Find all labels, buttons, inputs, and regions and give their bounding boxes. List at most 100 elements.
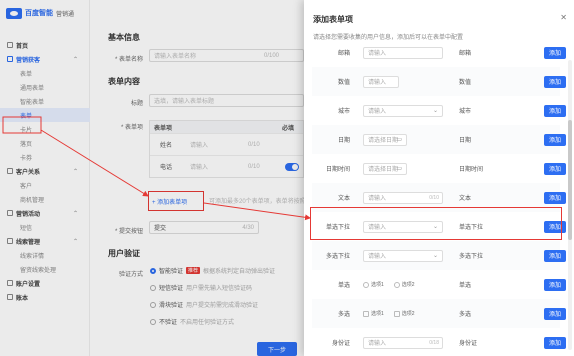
- sidebar-item[interactable]: 账本: [0, 290, 90, 304]
- sidebar-item[interactable]: 落页: [0, 136, 90, 150]
- sidebar-item-label: 商机管理: [20, 197, 45, 204]
- field-input[interactable]: 请输入: [363, 46, 443, 59]
- field-input[interactable]: 请输入 ⌄: [363, 104, 443, 117]
- checkbox-icon[interactable]: [363, 310, 369, 317]
- add-button[interactable]: 添加: [544, 162, 566, 175]
- close-icon[interactable]: ✕: [560, 13, 567, 22]
- sidebar-item[interactable]: 商机管理: [0, 192, 90, 206]
- field-option[interactable]: 选项1: [363, 310, 384, 317]
- form-name-count: 0/100: [263, 52, 279, 59]
- field-input[interactable]: 请输入 0/10: [363, 191, 443, 204]
- add-form-item-link[interactable]: + 添加表单项: [148, 191, 204, 211]
- nav-group-icon: [7, 168, 13, 174]
- add-button[interactable]: 添加: [544, 104, 566, 117]
- sidebar-item-label: 营销活动: [16, 211, 41, 218]
- form-name-placeholder: 请输入表单名称: [154, 54, 197, 60]
- sidebar-item[interactable]: 客户关系 ⌃: [0, 164, 90, 178]
- drawer-scrollbar[interactable]: [568, 60, 572, 350]
- verify-option-label: 短信验证: [159, 286, 184, 292]
- field-type: 城市: [459, 109, 472, 115]
- field-type: 日期: [459, 138, 472, 144]
- add-button[interactable]: 添加: [544, 133, 566, 146]
- field-type: 单选: [459, 283, 472, 289]
- sidebar-item[interactable]: 智能表单: [0, 94, 90, 108]
- sidebar-item[interactable]: 首页: [0, 38, 90, 52]
- next-button[interactable]: 下一步: [257, 342, 297, 356]
- sidebar-item[interactable]: 营销活动 ⌃: [0, 206, 90, 220]
- sidebar-item[interactable]: 短信: [0, 220, 90, 234]
- add-field-drawer: 添加表单项 ✕ 请选择您需要收集的用户信息，添加后可以在表单中配置 邮箱 请输入邮…: [304, 0, 574, 356]
- sidebar-item-label: 首页: [16, 43, 29, 50]
- field-input[interactable]: 请输入 0/18: [363, 336, 443, 349]
- radio-icon[interactable]: [150, 267, 156, 274]
- recommend-badge: 推荐: [186, 267, 201, 274]
- add-button[interactable]: 添加: [544, 75, 566, 88]
- field-input[interactable]: 请输入: [363, 75, 399, 88]
- heading-label: 标题: [130, 101, 143, 107]
- sidebar-item[interactable]: 卡券: [0, 150, 90, 164]
- sidebar-item[interactable]: 表单: [0, 108, 90, 122]
- checkbox-icon[interactable]: [393, 310, 400, 317]
- sidebar-item[interactable]: 账户设置: [0, 276, 90, 290]
- brand-logo[interactable]: 百度智能 营销通: [0, 0, 89, 26]
- field-placeholder: 请选择日期: [368, 167, 399, 173]
- field-option[interactable]: 选项2: [393, 310, 415, 317]
- verify-option[interactable]: 不验证 不启用任何验证方式: [150, 317, 234, 326]
- radio-icon[interactable]: [150, 318, 156, 325]
- field-type: 邮箱: [459, 51, 472, 57]
- submit-count: 4/30: [242, 224, 254, 231]
- required-toggle[interactable]: [285, 162, 299, 171]
- sidebar-item[interactable]: 卡片: [0, 122, 90, 136]
- option-label: 选项2: [401, 311, 415, 317]
- sidebar-item[interactable]: 线索详情: [0, 248, 90, 262]
- char-count: 0/10: [429, 194, 439, 201]
- field-option[interactable]: 选项2: [393, 281, 415, 288]
- add-button[interactable]: 添加: [544, 191, 566, 204]
- sidebar-item[interactable]: 线索管理 ⌃: [0, 234, 90, 248]
- field-label: 日期: [337, 138, 350, 144]
- field-row: 数值 请输入 数值 添加: [312, 67, 566, 96]
- radio-icon[interactable]: [393, 281, 400, 288]
- sidebar-item-label: 账户设置: [16, 281, 41, 288]
- add-button[interactable]: 添加: [544, 307, 566, 320]
- form-name-input[interactable]: 请输入表单名称 0/100: [149, 49, 304, 62]
- field-row: 城市 请输入 ⌄ 城市 添加: [312, 96, 566, 125]
- sidebar-item[interactable]: 客户: [0, 178, 90, 192]
- radio-icon[interactable]: [150, 301, 156, 308]
- add-button[interactable]: 添加: [544, 336, 566, 349]
- heading-input[interactable]: 选填，请输入表单标题: [149, 94, 304, 107]
- radio-icon[interactable]: [363, 281, 369, 288]
- annotation-highlight-box: [310, 207, 562, 240]
- field-label: 身份证: [331, 341, 350, 347]
- submit-input[interactable]: 提交 4/30: [149, 221, 259, 234]
- nav-group-icon: [7, 56, 13, 62]
- verify-option[interactable]: 短信验证 用户需先输入短信验证码: [150, 283, 252, 292]
- sidebar-item[interactable]: 留资线索处理: [0, 262, 90, 276]
- row-placeholder: 请输入: [190, 165, 209, 171]
- field-input[interactable]: 请输入 ⌄: [363, 249, 443, 262]
- field-type: 多选下拉: [459, 254, 484, 260]
- field-row: 邮箱 请输入 邮箱 添加: [312, 38, 566, 67]
- verify-option[interactable]: 智能验证 推荐 根据系统判定自动弹出验证: [150, 266, 275, 275]
- add-button[interactable]: 添加: [544, 278, 566, 291]
- field-options: 选项1 选项2: [363, 310, 415, 317]
- field-input[interactable]: 请选择日期 ▭: [363, 133, 407, 146]
- calendar-icon: ▭: [396, 137, 402, 143]
- radio-icon[interactable]: [150, 284, 156, 291]
- chevron-up-icon: ⌃: [72, 210, 78, 217]
- field-input[interactable]: 请选择日期 ▭: [363, 162, 407, 175]
- field-option[interactable]: 选项1: [363, 281, 384, 288]
- sidebar-item-label: 客户: [20, 183, 33, 190]
- add-button[interactable]: 添加: [544, 249, 566, 262]
- sidebar-item[interactable]: 表单: [0, 66, 90, 80]
- field-label: 单选: [337, 283, 350, 289]
- sidebar-item-label: 表单: [20, 113, 33, 120]
- sidebar-item[interactable]: 营销获客 ⌃: [0, 52, 90, 66]
- field-row: 身份证 请输入 0/18 身份证 添加: [312, 328, 566, 356]
- verify-option-desc: 根据系统判定自动弹出验证: [203, 269, 276, 275]
- scroll-thumb[interactable]: [568, 120, 572, 240]
- chevron-up-icon: ⌃: [72, 238, 78, 245]
- verify-option[interactable]: 滑块验证 用户提交前需完成滑动验证: [150, 300, 258, 309]
- sidebar-item[interactable]: 通用表单: [0, 80, 90, 94]
- add-button[interactable]: 添加: [544, 46, 566, 59]
